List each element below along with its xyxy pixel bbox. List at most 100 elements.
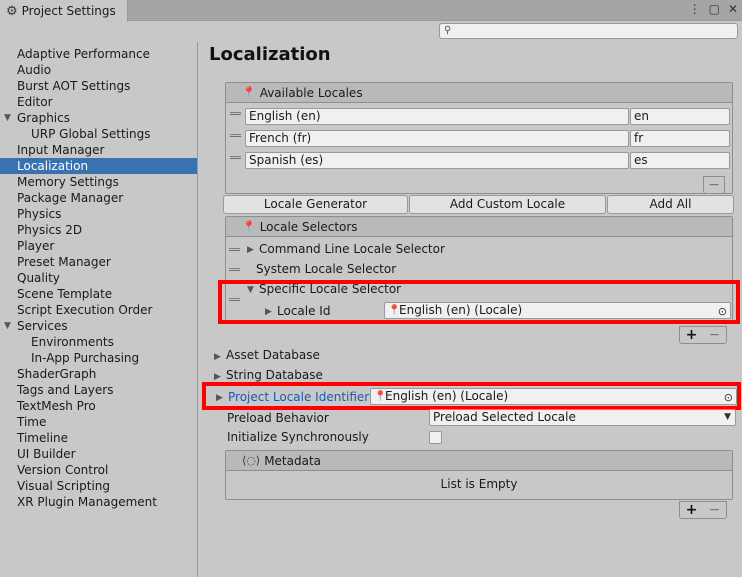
project-locale-identifier-label[interactable]: Project Locale Identifier (228, 390, 369, 404)
locale-code-field[interactable]: en (630, 108, 730, 125)
object-picker-icon[interactable]: ⊙ (718, 304, 727, 318)
metadata-icon: ⟨◌⟩ (242, 454, 261, 467)
project-locale-identifier-field[interactable]: 📍 English (en) (Locale) ⊙ (370, 388, 737, 405)
metadata-panel: ⟨◌⟩ Metadata List is Empty (225, 450, 733, 500)
metadata-empty-text: List is Empty (440, 477, 518, 491)
sidebar-item-in-app-purchasing[interactable]: In-App Purchasing (0, 350, 197, 366)
collapsed-caret-icon[interactable]: ▶ (247, 245, 254, 255)
specific-locale-selector[interactable]: Specific Locale Selector (259, 282, 401, 296)
locale-code-field[interactable]: es (630, 152, 730, 169)
drag-handle-icon[interactable]: ══ (230, 109, 241, 120)
maximize-icon[interactable]: ▢ (709, 2, 720, 16)
drag-handle-icon[interactable]: ══ (230, 131, 241, 142)
sidebar-item-package-manager[interactable]: Package Manager (0, 190, 197, 206)
locale-selectors-header: 📍 Locale Selectors (226, 217, 732, 237)
sidebar-item-shadergraph[interactable]: ShaderGraph (0, 366, 197, 382)
sidebar-item-label: In-App Purchasing (31, 351, 140, 365)
search-input[interactable] (456, 24, 734, 38)
sidebar-item-adaptive-performance[interactable]: Adaptive Performance (0, 46, 197, 62)
sidebar-item-script-execution-order[interactable]: Script Execution Order (0, 302, 197, 318)
initialize-synchronously-label: Initialize Synchronously (227, 430, 369, 444)
preload-behavior-dropdown[interactable]: Preload Selected Locale ▼ (429, 409, 736, 426)
asset-database-foldout[interactable]: Asset Database (226, 348, 320, 362)
sidebar-item-audio[interactable]: Audio (0, 62, 197, 78)
drag-handle-icon[interactable]: ══ (229, 245, 240, 256)
sidebar-item-label: Graphics (17, 111, 70, 125)
sidebar-item-environments[interactable]: Environments (0, 334, 197, 350)
sidebar-item-services[interactable]: ▼ Services (0, 318, 197, 334)
remove-locale-button[interactable]: − (708, 177, 720, 193)
sidebar-item-physics-2d[interactable]: Physics 2D (0, 222, 197, 238)
remove-selector-button[interactable]: − (709, 327, 721, 343)
sidebar-item-preset-manager[interactable]: Preset Manager (0, 254, 197, 270)
expanded-caret-icon[interactable]: ▼ (247, 285, 254, 295)
sidebar-item-input-manager[interactable]: Input Manager (0, 142, 197, 158)
sidebar-item-graphics[interactable]: ▼ Graphics (0, 110, 197, 126)
sidebar-item-label: Adaptive Performance (17, 47, 150, 61)
sidebar-item-ui-builder[interactable]: UI Builder (0, 446, 197, 462)
expanded-caret-icon[interactable]: ▼ (4, 110, 11, 126)
sidebar-item-label: Audio (17, 63, 52, 77)
metadata-list-footer: + − (679, 501, 727, 519)
sidebar-item-label: Burst AOT Settings (17, 79, 131, 93)
sidebar-item-label: Localization (17, 159, 89, 173)
sidebar-item-visual-scripting[interactable]: Visual Scripting (0, 478, 197, 494)
locale-name-field[interactable]: English (en) (245, 108, 629, 125)
sidebar-item-timeline[interactable]: Timeline (0, 430, 197, 446)
locale-name-field[interactable]: Spanish (es) (245, 152, 629, 169)
sidebar-item-player[interactable]: Player (0, 238, 197, 254)
remove-metadata-button[interactable]: − (709, 502, 721, 518)
locale-code-field[interactable]: fr (630, 130, 730, 147)
locale-generator-button[interactable]: Locale Generator (223, 195, 408, 214)
search-bar[interactable]: ⚲ (439, 23, 738, 39)
sidebar-item-physics[interactable]: Physics (0, 206, 197, 222)
more-options-icon[interactable]: ⋮ (689, 2, 701, 16)
page-title: Localization (209, 44, 331, 65)
sidebar-item-memory-settings[interactable]: Memory Settings (0, 174, 197, 190)
sidebar-item-label: Timeline (17, 431, 69, 445)
command-line-locale-selector[interactable]: Command Line Locale Selector (259, 242, 445, 256)
add-selector-button[interactable]: + (686, 327, 698, 343)
sidebar-item-localization[interactable]: Localization (0, 158, 197, 174)
drag-handle-icon[interactable]: ══ (229, 265, 240, 276)
sidebar-item-quality[interactable]: Quality (0, 270, 197, 286)
drag-handle-icon[interactable]: ══ (229, 295, 240, 306)
expanded-caret-icon[interactable]: ▼ (4, 318, 11, 334)
object-picker-icon[interactable]: ⊙ (724, 390, 733, 404)
sidebar-item-editor[interactable]: Editor (0, 94, 197, 110)
sidebar-item-tags-and-layers[interactable]: Tags and Layers (0, 382, 197, 398)
system-locale-selector[interactable]: System Locale Selector (256, 262, 396, 276)
collapsed-caret-icon[interactable]: ▶ (265, 307, 272, 317)
tab-project-settings[interactable]: ⚙ Project Settings (0, 0, 128, 22)
close-icon[interactable]: ✕ (728, 2, 738, 16)
sidebar-item-burst-aot[interactable]: Burst AOT Settings (0, 78, 197, 94)
locale-id-value: English (en) (Locale) (399, 303, 523, 317)
location-pin-icon: 📍 (242, 220, 256, 233)
sidebar-item-label: Editor (17, 95, 53, 109)
sidebar-item-label: Environments (31, 335, 114, 349)
sidebar-item-scene-template[interactable]: Scene Template (0, 286, 197, 302)
available-locales-list-footer: − (703, 176, 725, 194)
sidebar-item-xr-plugin-management[interactable]: XR Plugin Management (0, 494, 197, 510)
sidebar-item-textmesh-pro[interactable]: TextMesh Pro (0, 398, 197, 414)
sidebar-item-urp-global-settings[interactable]: URP Global Settings (0, 126, 197, 142)
string-database-foldout[interactable]: String Database (226, 368, 323, 382)
add-custom-locale-button[interactable]: Add Custom Locale (409, 195, 606, 214)
search-icon: ⚲ (444, 25, 452, 36)
sidebar-item-label: Time (17, 415, 47, 429)
sidebar-item-time[interactable]: Time (0, 414, 197, 430)
locale-id-object-field[interactable]: 📍 English (en) (Locale) ⊙ (384, 302, 731, 319)
sidebar-item-label: Physics 2D (17, 223, 83, 237)
add-all-button[interactable]: Add All (607, 195, 734, 214)
sidebar-item-version-control[interactable]: Version Control (0, 462, 197, 478)
drag-handle-icon[interactable]: ══ (230, 153, 241, 164)
locale-name-field[interactable]: French (fr) (245, 130, 629, 147)
collapsed-caret-icon[interactable]: ▶ (214, 372, 221, 382)
sidebar-item-label: Scene Template (17, 287, 113, 301)
collapsed-caret-icon[interactable]: ▶ (216, 393, 223, 403)
initialize-synchronously-checkbox[interactable] (429, 431, 442, 444)
window-controls: ⋮ ▢ ✕ (689, 2, 738, 16)
collapsed-caret-icon[interactable]: ▶ (214, 352, 221, 362)
sidebar-item-label: Version Control (17, 463, 109, 477)
add-metadata-button[interactable]: + (686, 502, 698, 518)
